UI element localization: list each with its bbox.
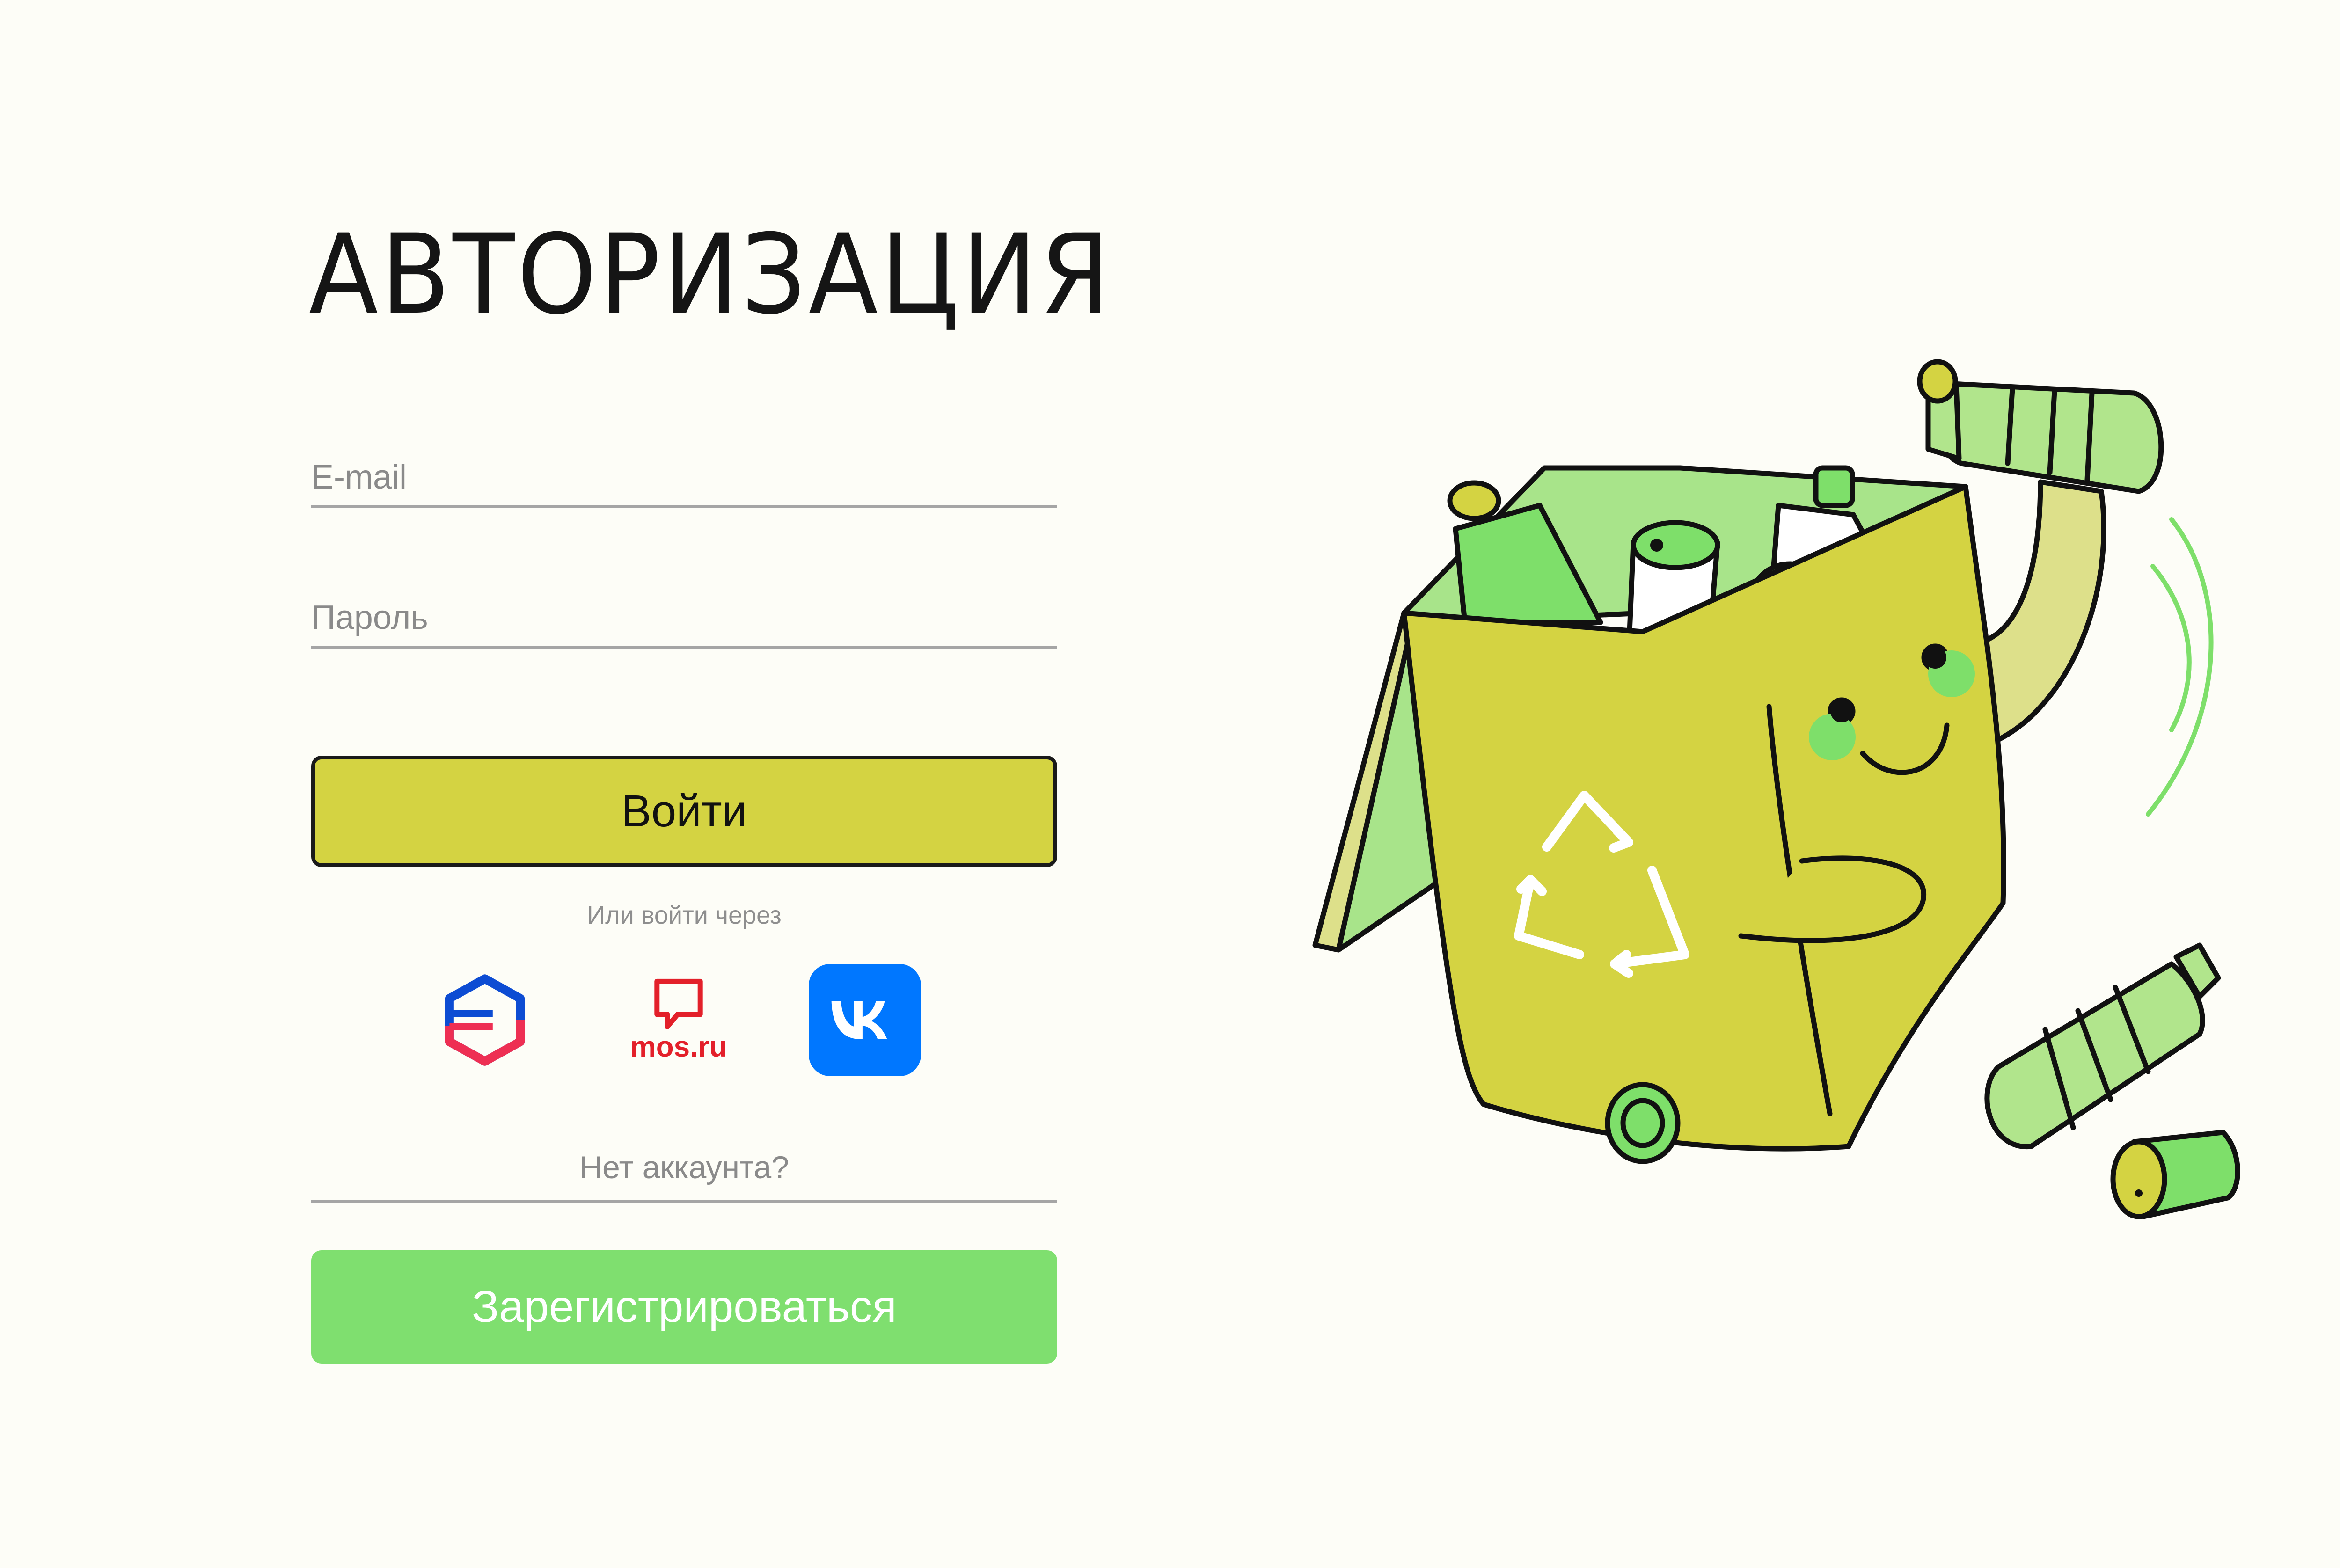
- gosuslugi-login-button[interactable]: [429, 964, 541, 1076]
- register-button[interactable]: Зарегистрироваться: [311, 1250, 1057, 1364]
- gosuslugi-icon: [445, 974, 525, 1066]
- mos-ru-label: mos.ru: [630, 1030, 727, 1063]
- email-field[interactable]: [311, 449, 1057, 505]
- password-field[interactable]: [311, 590, 1057, 646]
- no-account-text: Нет аккаунта?: [311, 1144, 1057, 1203]
- recycling-bin-mascot-icon: [1312, 359, 2240, 1219]
- email-field-wrapper: [311, 449, 1057, 508]
- mos-ru-login-button[interactable]: mos.ru: [622, 964, 735, 1076]
- mos-ru-icon: [654, 978, 703, 1029]
- page-title: АВТОРИЗАЦИЯ: [309, 211, 1113, 339]
- password-field-wrapper: [311, 590, 1057, 649]
- vk-icon: [831, 1001, 887, 1039]
- vk-login-button[interactable]: [809, 964, 921, 1076]
- login-button[interactable]: Войти: [311, 756, 1057, 867]
- alt-login-text: Или войти через: [587, 901, 782, 929]
